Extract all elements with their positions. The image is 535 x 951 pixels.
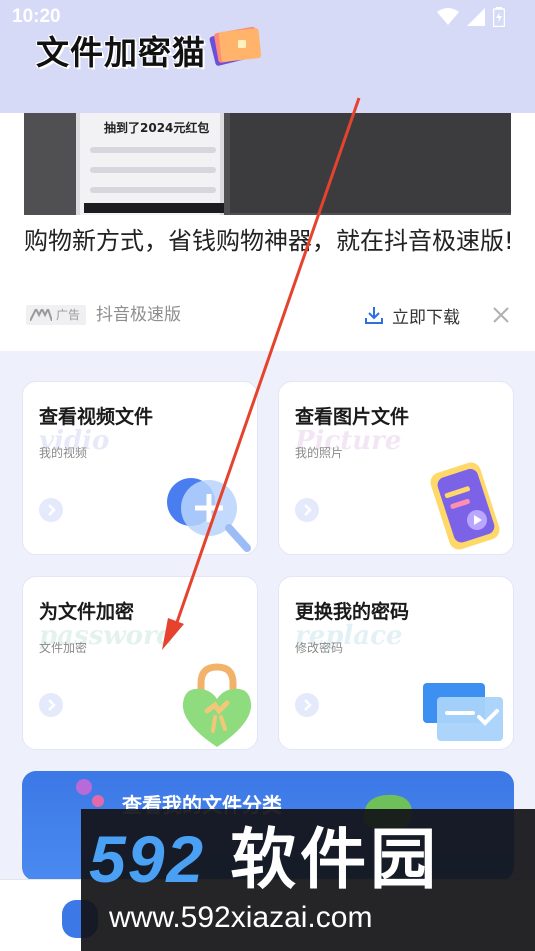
feature-subtitle: 我的照片: [295, 446, 344, 460]
feature-title: 更换我的密码: [295, 601, 410, 623]
ad-footer: 广告 抖音极速版 立即下载: [24, 304, 514, 328]
battery-icon: [493, 7, 505, 27]
feature-encrypt-files[interactable]: password 为文件加密 文件加密: [22, 576, 258, 750]
app-header: 10:20 文件加密猫: [0, 0, 535, 113]
download-icon: [365, 307, 383, 324]
feature-view-pictures[interactable]: Picture 查看图片文件 我的照片: [278, 381, 514, 555]
ad-badge-label: 广告: [56, 308, 81, 322]
credit-card-icon: [423, 683, 503, 741]
feature-view-videos[interactable]: vidio 查看视频文件 我的视频: [22, 381, 258, 555]
heart-lock-icon: [182, 663, 252, 747]
ad-phone-bottom-bar: [84, 203, 224, 213]
site-watermark-name: 软件园: [230, 821, 441, 898]
site-watermark-digits: 592: [89, 822, 206, 896]
site-watermark-url: www.592xiazai.com: [109, 901, 373, 934]
ad-source: 抖音极速版: [96, 305, 181, 325]
feature-change-password[interactable]: replace 更换我的密码 修改密码: [278, 576, 514, 750]
feature-title: 查看图片文件: [295, 406, 410, 428]
ad-title[interactable]: 购物新方式，省钱购物神器，就在抖音极速版!: [24, 225, 514, 258]
ad-network-logo-icon: [30, 309, 52, 321]
feature-title: 为文件加密: [39, 601, 135, 623]
chevron-right-icon[interactable]: [39, 498, 63, 522]
feature-title: 查看视频文件: [39, 406, 154, 428]
ad-phone-rows: [90, 147, 216, 207]
status-time: 10:20: [12, 6, 61, 27]
chevron-right-icon[interactable]: [295, 498, 319, 522]
download-label: 立即下载: [392, 307, 460, 328]
wifi-icon: [437, 8, 459, 25]
download-button[interactable]: 立即下载: [364, 304, 460, 328]
video-magnifier-icon: [167, 478, 251, 552]
phone-picture-icon: [430, 462, 500, 550]
chevron-right-icon[interactable]: [39, 693, 63, 717]
feature-subtitle: 我的视频: [39, 446, 88, 460]
signal-icon: [467, 8, 485, 26]
ad-image[interactable]: 抽到了2024元红包: [24, 113, 511, 215]
feature-subtitle: 修改密码: [295, 641, 344, 655]
ad-card[interactable]: 抽到了2024元红包 购物新方式，省钱购物神器，就在抖音极速版! 广告 抖音极速…: [0, 113, 535, 351]
ad-phone-mockup: 抽到了2024元红包: [76, 113, 224, 215]
ad-image-text: 抽到了2024元红包: [104, 121, 210, 135]
folder-icon: [209, 26, 262, 66]
app-title: 文件加密猫: [36, 33, 206, 72]
site-watermark-logo: 592 软件园: [89, 823, 440, 896]
close-icon[interactable]: [492, 306, 510, 324]
ad-badge: 广告: [26, 305, 86, 325]
site-watermark: 592 软件园 www.592xiazai.com: [81, 809, 535, 951]
chevron-right-icon[interactable]: [295, 693, 319, 717]
status-icons: [437, 6, 505, 28]
ad-image-right: [230, 113, 511, 213]
feature-subtitle: 文件加密: [39, 641, 88, 655]
